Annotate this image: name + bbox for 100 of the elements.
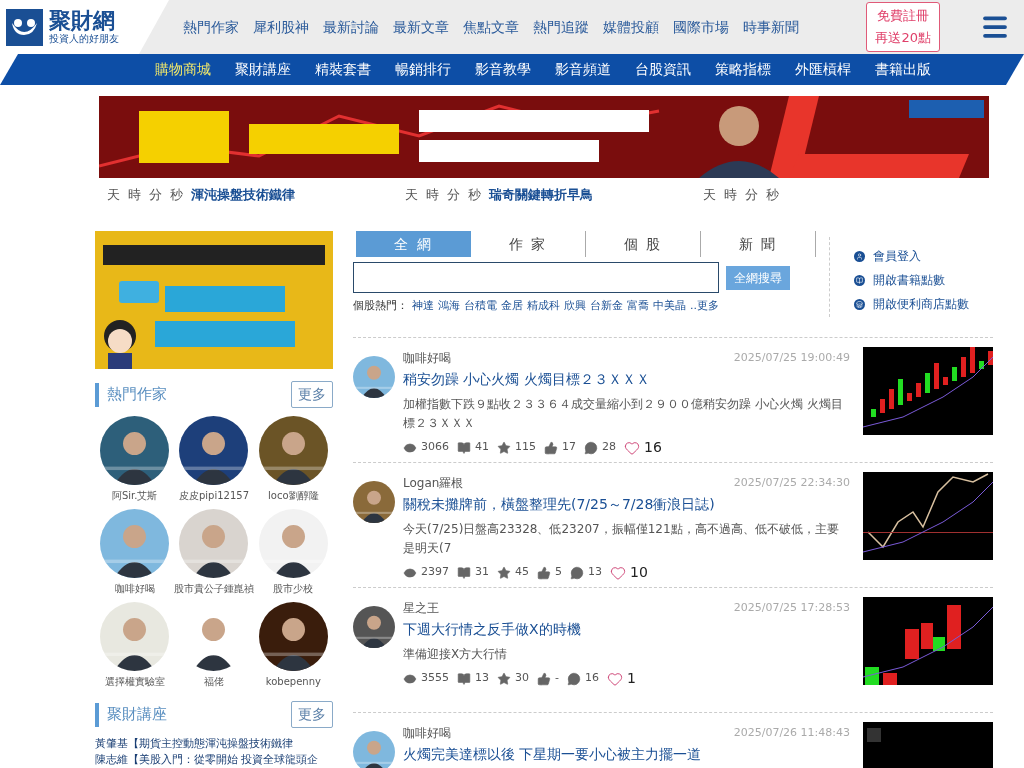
comment-icon [584,440,598,455]
member-link[interactable]: 開啟書籍點數 [873,271,945,289]
logo-title: 聚財網 [49,10,116,32]
section-title: 熱門作家 [107,384,167,406]
category-link[interactable]: 影音教學 [475,59,531,80]
post-excerpt: 加權指數下跌９點收２３３６４成交量縮小到２９００億稍安勿躁 小心火燭 火燭目標２３ＸＸＸ [403,396,843,432]
user-icon [854,250,865,262]
book-icon [457,440,471,455]
eye-icon [403,565,417,580]
stock-link[interactable]: 台積電 [464,298,497,315]
thumbs-up-icon [537,671,551,686]
heart-icon[interactable] [624,439,640,456]
stock-link[interactable]: 神達 [412,298,434,315]
category-link[interactable]: 暢銷排行 [395,59,451,80]
search-tab[interactable]: 作 家 [471,231,586,257]
post-date: 2025/07/25 22:34:30 [733,474,850,491]
post-title[interactable]: 火燭完美達標以後 下星期一要小心被主力擺一道 [403,744,850,765]
stock-link[interactable]: 鴻海 [438,298,460,315]
stock-link[interactable]: 富喬 [627,298,649,315]
category-link[interactable]: 聚財講座 [235,59,291,80]
post-date: 2025/07/25 17:28:53 [733,599,850,616]
stat-count: 2397 [421,564,449,581]
lecture-link[interactable]: 陳志維【美股入門：從零開始 投資全球龍頭企 [95,752,333,768]
book-icon [457,565,471,580]
author-name[interactable]: loco劉醇隆 [268,488,319,503]
more-button[interactable]: 更多 [291,381,333,408]
category-link[interactable]: 精裝套書 [315,59,371,80]
logo-tagline: 投資人的好朋友 [49,34,119,44]
category-link[interactable]: 策略指標 [715,59,771,80]
stat-count: 28 [602,439,616,456]
post-author[interactable]: Logan羅根 [403,474,464,492]
stock-link[interactable]: 台新金 [590,298,623,315]
countdown-units: 天 時 分 秒 [107,186,186,205]
author-name[interactable]: 阿Sir.艾斯 [111,488,158,503]
more-link[interactable]: ..更多 [690,298,719,315]
thumbs-up-icon [537,565,551,580]
post-date: 2025/07/26 11:48:43 [733,724,850,741]
category-link[interactable]: 購物商城 [155,59,211,80]
category-link[interactable]: 台股資訊 [635,59,691,80]
search-field[interactable] [353,262,719,293]
member-link[interactable]: 開啟便利商店點數 [873,295,969,313]
post-title[interactable]: 稍安勿躁 小心火燭 火燭目標２３ＸＸＸ [403,369,850,390]
nav-link[interactable]: 時事新聞 [743,16,799,38]
post-author[interactable]: 星之王 [403,599,439,617]
author-name[interactable]: kobepenny [265,674,321,689]
post-author[interactable]: 咖啡好喝 [403,349,451,367]
stock-link[interactable]: 中美晶 [653,298,686,315]
logo-icon [6,8,43,46]
more-button[interactable]: 更多 [291,701,333,728]
book-icon [854,274,865,286]
stat-count: 5 [555,564,562,581]
section-title: 聚財講座 [107,704,167,726]
nav-link[interactable]: 熱門作家 [183,16,239,38]
post-title[interactable]: 關稅未攤牌前，橫盤整理先(7/25～7/28衝浪日誌) [403,494,850,515]
heart-icon[interactable] [607,670,623,687]
author-name[interactable]: 皮皮pipi12157 [178,488,250,503]
heart-icon[interactable] [610,564,626,581]
author-name[interactable]: 股市少校 [273,581,314,596]
author-name[interactable]: 咖啡好喝 [114,581,155,596]
stat-count: 13 [588,564,602,581]
nav-link[interactable]: 熱門追蹤 [533,16,589,38]
comment-icon [567,671,581,686]
register-button[interactable]: 免費註冊 再送20點 [866,2,940,52]
hot-stocks-label: 個股熱門： [353,298,408,314]
course-link[interactable]: 渾沌操盤技術鐵律 [191,185,296,205]
search-tab[interactable]: 新 聞 [701,231,816,257]
eye-icon [403,671,417,686]
stock-link[interactable]: 欣興 [564,298,586,315]
search-tab[interactable]: 個 股 [586,231,701,257]
stock-link[interactable]: 金居 [501,298,523,315]
author-name[interactable]: 股市貴公子鍾崑禎 [174,581,254,596]
nav-link[interactable]: 國際市場 [673,16,729,38]
nav-link[interactable]: 犀利股神 [253,16,309,38]
nav-link[interactable]: 最新討論 [323,16,379,38]
post-title[interactable]: 下週大行情之反手做X的時機 [403,619,850,640]
stat-count: 17 [562,439,576,456]
author-name[interactable]: 福佬 [204,674,224,689]
stat-count: 41 [475,439,489,456]
category-link[interactable]: 外匯槓桿 [795,59,851,80]
stat-count: 31 [475,564,489,581]
stat-count: 45 [515,564,529,581]
lecture-link[interactable]: 黃肇基【期貨主控動態渾沌操盤技術鐵律 [95,736,333,752]
countdown-units: 天 時 分 秒 [405,186,484,205]
author-name[interactable]: 選擇權實驗室 [104,674,165,689]
stat-count: 16 [585,670,599,687]
nav-link[interactable]: 媒體投顧 [603,16,659,38]
stat-count: 3066 [421,439,449,456]
nav-link[interactable]: 焦點文章 [463,16,519,38]
category-link[interactable]: 書籍出版 [875,59,931,80]
stock-link[interactable]: 精成科 [527,298,560,315]
book-icon [457,671,471,686]
nav-link[interactable]: 最新文章 [393,16,449,38]
post-author[interactable]: 咖啡好喝 [403,724,451,742]
member-link[interactable]: 會員登入 [873,247,921,265]
stat-count: 3555 [421,670,449,687]
star-icon [497,565,511,580]
course-link[interactable]: 瑞奇關鍵轉折早鳥 [489,185,594,205]
comment-icon [570,565,584,580]
eye-icon [403,440,417,455]
category-link[interactable]: 影音頻道 [555,59,611,80]
